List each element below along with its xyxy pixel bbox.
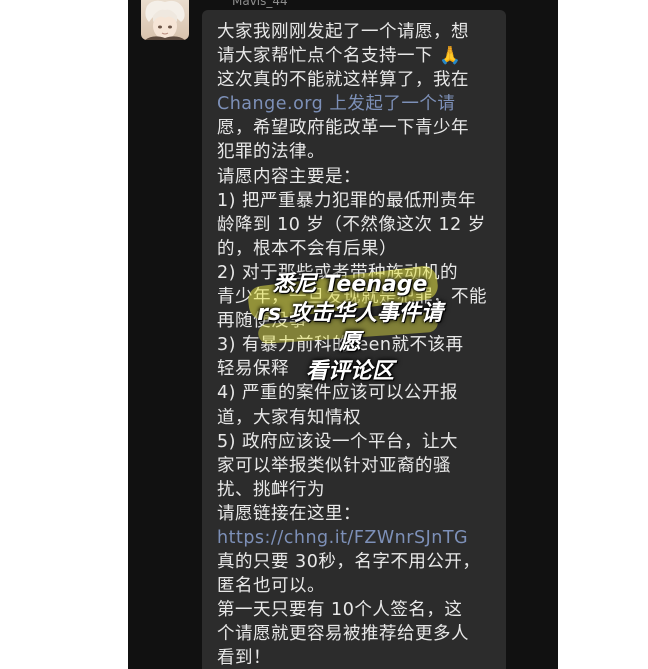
chat-panel: Mavis_44 大家我刚刚发起了一个请愿，想 请大家帮忙点个名支持一下 🙏 这… [128,0,558,669]
message-line: 青少年，一旦发现就是犯罪，不能 [217,287,487,308]
anime-avatar-icon [145,0,185,40]
message-line: 真的只要 30秒，名字不用公开， [217,552,481,573]
message-line: 2) 对于那些或者带种族动机的 [217,262,459,283]
message-line: 3) 有暴力前科的teen就不该再 [217,335,464,356]
message-line: 再随便没事 [217,311,307,332]
message-line: 大家我刚刚发起了一个请愿，想 [217,22,469,42]
message-line: 请愿内容主要是： [217,166,361,187]
message-line: 匿名也可以。 [217,576,325,597]
message-line: 的，根本不会有后果） [217,238,397,259]
message-line: 看到！ [217,648,271,669]
message-line: 愿，希望政府能改革一下青少年 [217,118,469,139]
message-line: 这次真的不能就这样算了，我在 [217,70,469,91]
message-line-site-link[interactable]: Change.org 上发起了一个请 [217,92,501,116]
sender-name: Mavis_44 [232,0,288,8]
message-line: 家可以举报类似针对亚裔的骚 [217,455,451,476]
message-line: 5) 政府应该设一个平台，让大 [217,431,459,452]
message-line: 请愿链接在这里： [217,503,361,524]
message-line: 龄降到 10 岁（不然像这次 12 岁 [217,214,486,235]
petition-link[interactable]: https://chng.it/FZWnrSJnTG [217,526,501,550]
message-line: 4) 严重的案件应该可以公开报 [217,383,459,404]
message-line: 第一天只要有 10个人签名，这 [217,600,463,621]
avatar[interactable] [141,0,189,40]
message-line: 轻易保释 [217,359,289,380]
message-line: 个请愿就更容易被推荐给更多人 [217,624,469,645]
message-line: 扰、挑衅行为 [217,479,325,500]
message-line: 犯罪的法律。 [217,142,325,163]
message-line: 请大家帮忙点个名支持一下 🙏 [217,46,462,67]
message-text: 大家我刚刚发起了一个请愿，想 请大家帮忙点个名支持一下 🙏 这次真的不能就这样算… [217,20,501,669]
message-line: 道，大家有知情权 [217,407,361,428]
message-line: 1) 把严重暴力犯罪的最低刑责年 [217,190,477,211]
